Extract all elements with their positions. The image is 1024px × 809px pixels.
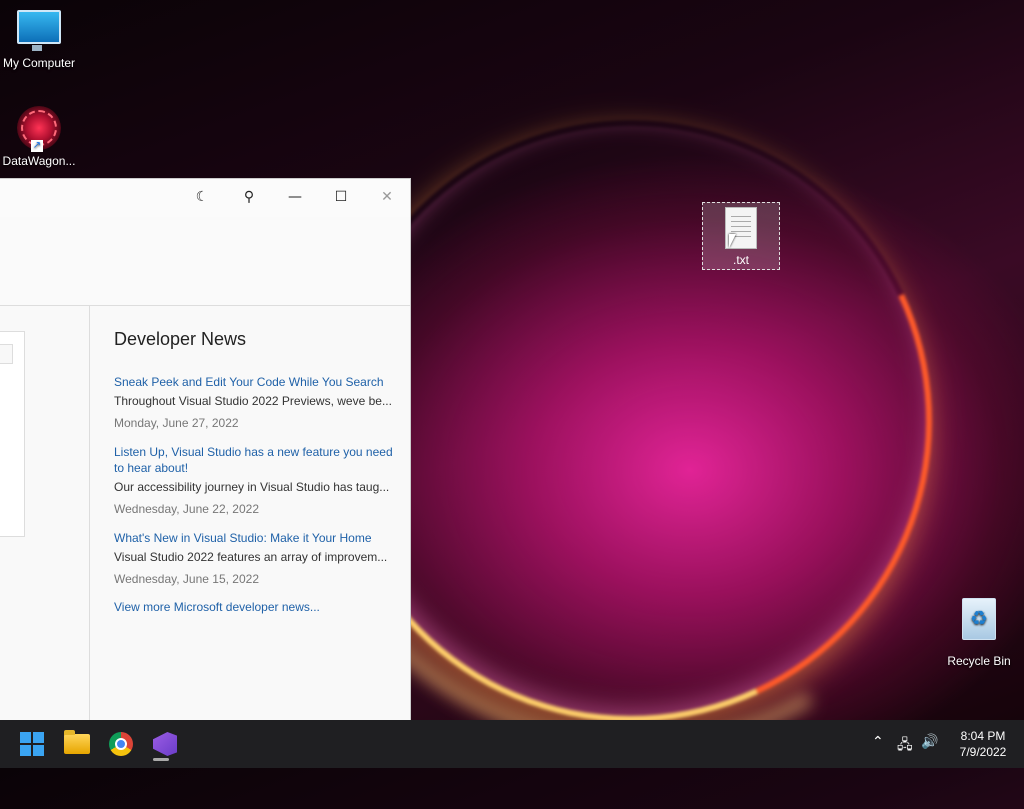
visual-studio-icon: [153, 732, 177, 756]
feedback-icon: ⚲: [243, 189, 255, 205]
clock-time: 8:04 PM: [960, 729, 1006, 743]
news-item-description: Our accessibility journey in Visual Stud…: [114, 480, 390, 494]
maximize-icon: ☐: [334, 189, 348, 205]
windows-logo-icon: [20, 732, 44, 756]
news-item-description: Visual Studio 2022 features an array of …: [114, 550, 388, 564]
desktop-icon-recycle-bin[interactable]: ♻ Recycle Bin: [940, 598, 1018, 668]
news-item-link[interactable]: Sneak Peek and Edit Your Code While You …: [114, 374, 394, 390]
desktop-icon-label: Recycle Bin: [947, 654, 1011, 668]
taskbar-chrome[interactable]: [105, 728, 137, 760]
close-button[interactable]: ✕: [364, 179, 410, 215]
desktop-icon-label: .txt: [732, 253, 749, 267]
desktop-icon-label: My Computer: [2, 56, 76, 70]
news-item-link[interactable]: Listen Up, Visual Studio has a new featu…: [114, 444, 394, 476]
taskbar-clock[interactable]: 8:04 PM 7/9/2022: [950, 728, 1016, 760]
developer-news-panel: Developer News Sneak Peek and Edit Your …: [114, 329, 394, 614]
moon-icon: ☾: [195, 189, 209, 205]
desktop-icon-txt-file[interactable]: .txt: [702, 202, 780, 270]
recycle-bin-icon: ♻: [962, 598, 996, 640]
taskbar-visual-studio[interactable]: [149, 728, 181, 760]
news-heading: Developer News: [114, 329, 247, 349]
view-more-news-link[interactable]: View more Microsoft developer news...: [114, 600, 394, 614]
visual-studio-window: ☾ ⚲ — ☐ ✕ Developer News Sneak Peek and …: [0, 178, 411, 721]
chrome-icon: [109, 732, 133, 756]
window-header-area: [0, 217, 410, 306]
news-item-date: Monday, June 27, 2022: [114, 416, 239, 430]
left-panel-card: [0, 331, 25, 537]
clock-date: 7/9/2022: [959, 745, 1007, 759]
desktop-icon-my-computer[interactable]: My Computer: [0, 10, 78, 70]
close-icon: ✕: [381, 189, 393, 205]
active-app-indicator: [153, 758, 169, 761]
feedback-button[interactable]: ⚲: [226, 179, 272, 215]
start-button[interactable]: [16, 728, 48, 760]
news-item: What's New in Visual Studio: Make it You…: [114, 530, 394, 586]
theme-toggle-button[interactable]: ☾: [179, 179, 225, 215]
shortcut-arrow-icon: ↗: [31, 140, 43, 152]
folder-icon: [64, 730, 90, 754]
show-hidden-icons-chevron-icon[interactable]: ⌃: [872, 734, 884, 750]
minimize-icon: —: [288, 189, 302, 205]
news-item-description: Throughout Visual Studio 2022 Previews, …: [114, 394, 392, 408]
news-item: Listen Up, Visual Studio has a new featu…: [114, 444, 394, 516]
datawagon-icon: ↗: [17, 106, 61, 152]
desktop-icon-datawagon[interactable]: ↗ DataWagon...: [0, 106, 78, 168]
news-item-date: Wednesday, June 22, 2022: [114, 502, 259, 516]
minimize-button[interactable]: —: [272, 179, 318, 215]
taskbar-file-explorer[interactable]: [61, 728, 93, 760]
maximize-button[interactable]: ☐: [318, 179, 364, 215]
window-titlebar[interactable]: ☾ ⚲ — ☐ ✕: [0, 179, 410, 217]
volume-icon[interactable]: 🔊: [921, 734, 938, 750]
mouse-cursor-icon: [729, 234, 736, 248]
desktop-icon-label: DataWagon...: [2, 154, 76, 168]
panel-divider: [89, 306, 90, 721]
computer-icon: [17, 10, 61, 51]
news-item-link[interactable]: What's New in Visual Studio: Make it You…: [114, 530, 394, 546]
left-panel-input[interactable]: [0, 344, 13, 364]
news-item-date: Wednesday, June 15, 2022: [114, 572, 259, 586]
network-icon[interactable]: 🖧: [897, 734, 913, 758]
news-item: Sneak Peek and Edit Your Code While You …: [114, 374, 394, 430]
